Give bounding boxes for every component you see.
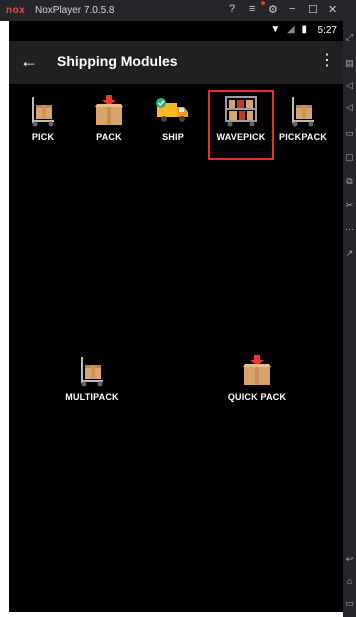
scissors-icon[interactable]: ✂: [345, 201, 354, 210]
nox-logo: nox: [6, 5, 26, 16]
multi-instance-icon[interactable]: ⧉: [345, 177, 354, 186]
help-icon[interactable]: ?: [229, 3, 235, 15]
keyboard-icon[interactable]: ▤: [345, 59, 354, 68]
battery-icon: ▮: [301, 24, 307, 35]
hand-truck-box-icon: [25, 95, 61, 127]
notification-dot: [261, 1, 265, 5]
module-label: QUICK PACK: [227, 392, 287, 402]
close-icon[interactable]: ✕: [328, 3, 337, 16]
maximize-icon[interactable]: ☐: [308, 3, 318, 16]
back-nav-icon[interactable]: ↩: [345, 555, 354, 564]
emulator-toolbar: ⤢ ▤ ◁ ◁ ▭ ▢ ⧉ ✂ ⋯ ↗ ↩ ⌂ ▭: [343, 21, 356, 617]
module-label: MULTIPACK: [65, 392, 119, 402]
hand-truck-box-icon: [74, 355, 110, 387]
signal-icon: ◢: [287, 24, 295, 35]
module-quick-pack[interactable]: QUICK PACK: [225, 349, 289, 409]
module-multipack[interactable]: MULTIPACK: [60, 349, 124, 409]
emulator-titlebar: nox NoxPlayer 7.0.5.8 ? ≡ ⚙ − ☐ ✕: [0, 0, 356, 21]
box-down-arrow-icon: [91, 95, 127, 127]
external-link-icon[interactable]: ↗: [345, 249, 354, 258]
screenshot-icon[interactable]: ▭: [345, 129, 354, 138]
volume-down-icon[interactable]: ◁: [345, 103, 354, 112]
fullscreen-icon[interactable]: ⤢: [345, 33, 354, 42]
android-screen: ▼ ◢ ▮ 5:27 ← Shipping Modules ⋮ PICK PAC…: [9, 21, 343, 612]
delivery-truck-icon: [155, 95, 191, 127]
page-title: Shipping Modules: [57, 53, 178, 69]
shelf-cart-icon: [223, 95, 259, 127]
module-pickpack[interactable]: PICKPACK: [271, 89, 335, 149]
module-ship[interactable]: SHIP: [141, 89, 205, 149]
minimize-icon[interactable]: −: [289, 3, 295, 15]
module-label: PICKPACK: [279, 132, 327, 142]
module-pick[interactable]: PICK: [11, 89, 75, 149]
more-vert-icon[interactable]: ⋮: [319, 50, 335, 72]
more-icon[interactable]: ⋯: [345, 225, 354, 234]
home-nav-icon[interactable]: ⌂: [345, 577, 354, 586]
box-down-arrow-icon: [239, 355, 275, 387]
status-icons: ▼ ◢ ▮: [270, 24, 307, 35]
arrow-left-icon[interactable]: ←: [18, 50, 40, 72]
hand-truck-box-icon: [285, 95, 321, 127]
volume-up-icon[interactable]: ◁: [345, 81, 354, 90]
recents-nav-icon[interactable]: ▭: [345, 599, 354, 608]
app-bar: ← Shipping Modules ⋮: [9, 41, 343, 84]
status-bar: ▼ ◢ ▮ 5:27: [9, 21, 343, 41]
settings-gear-icon[interactable]: ⚙: [268, 3, 278, 16]
menu-lines-icon[interactable]: ≡: [249, 3, 255, 15]
emulator-title: NoxPlayer 7.0.5.8: [35, 5, 115, 16]
apk-install-icon[interactable]: ▢: [345, 153, 354, 162]
wifi-icon: ▼: [270, 24, 281, 35]
status-time: 5:27: [317, 25, 337, 36]
